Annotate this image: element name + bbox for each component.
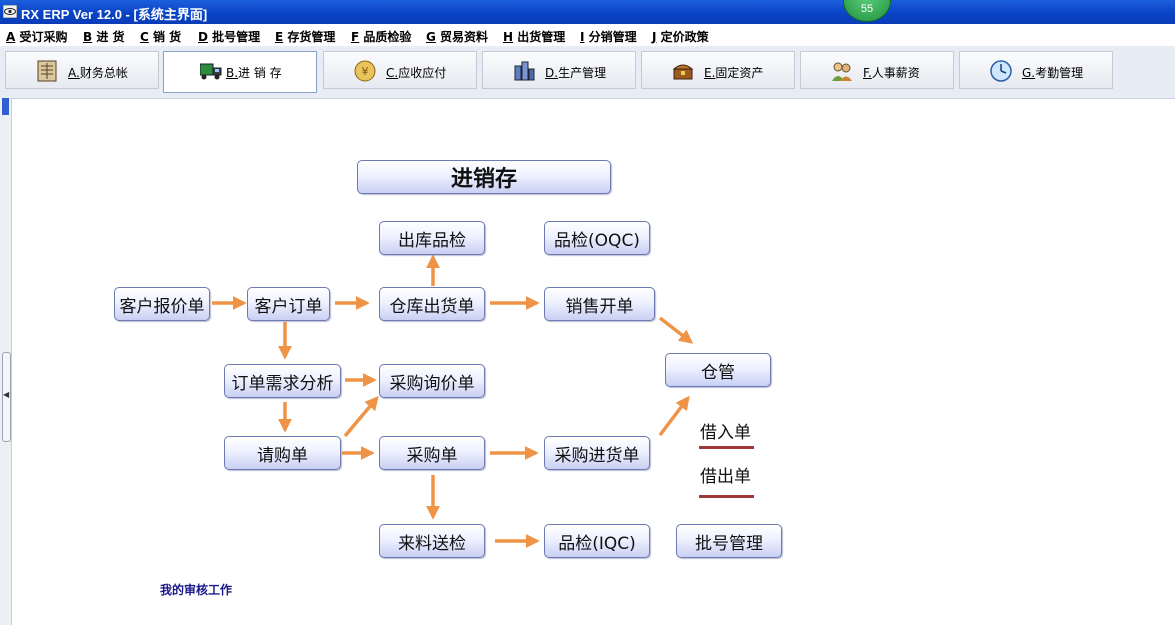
node-warehouse-shipment[interactable]: 仓库出货单 [379, 287, 485, 321]
node-sales-invoice[interactable]: 销售开单 [544, 287, 655, 321]
node-purchase-order[interactable]: 采购单 [379, 436, 485, 470]
arrow-sales-to-warehouse [658, 316, 694, 344]
node-purchase-receipt[interactable]: 采购进货单 [544, 436, 650, 470]
arrow-request-to-inquiry [343, 395, 379, 438]
diagram-title: 进销存 [357, 160, 611, 194]
link-borrow-in[interactable]: 借入单 [700, 418, 751, 443]
node-order-demand-analysis[interactable]: 订单需求分析 [224, 364, 341, 398]
borrow-out-underline [699, 495, 754, 498]
node-warehouse-keeper[interactable]: 仓管 [665, 353, 771, 387]
node-purchase-inquiry[interactable]: 采购询价单 [379, 364, 485, 398]
node-incoming-delivery[interactable]: 来料送检 [379, 524, 485, 558]
arrow-receipt-to-warehouse [658, 395, 690, 437]
link-borrow-out[interactable]: 借出单 [700, 462, 751, 487]
node-customer-order[interactable]: 客户订单 [247, 287, 330, 321]
node-customer-quote[interactable]: 客户报价单 [114, 287, 210, 321]
my-audit-work-link[interactable]: 我的审核工作 [160, 581, 232, 598]
node-oqc[interactable]: 品检(OQC) [544, 221, 650, 255]
borrow-in-underline [699, 446, 754, 449]
node-batch-management[interactable]: 批号管理 [676, 524, 782, 558]
node-iqc[interactable]: 品检(IQC) [544, 524, 650, 558]
node-outbound-inspection[interactable]: 出库品检 [379, 221, 485, 255]
node-purchase-request[interactable]: 请购单 [224, 436, 341, 470]
